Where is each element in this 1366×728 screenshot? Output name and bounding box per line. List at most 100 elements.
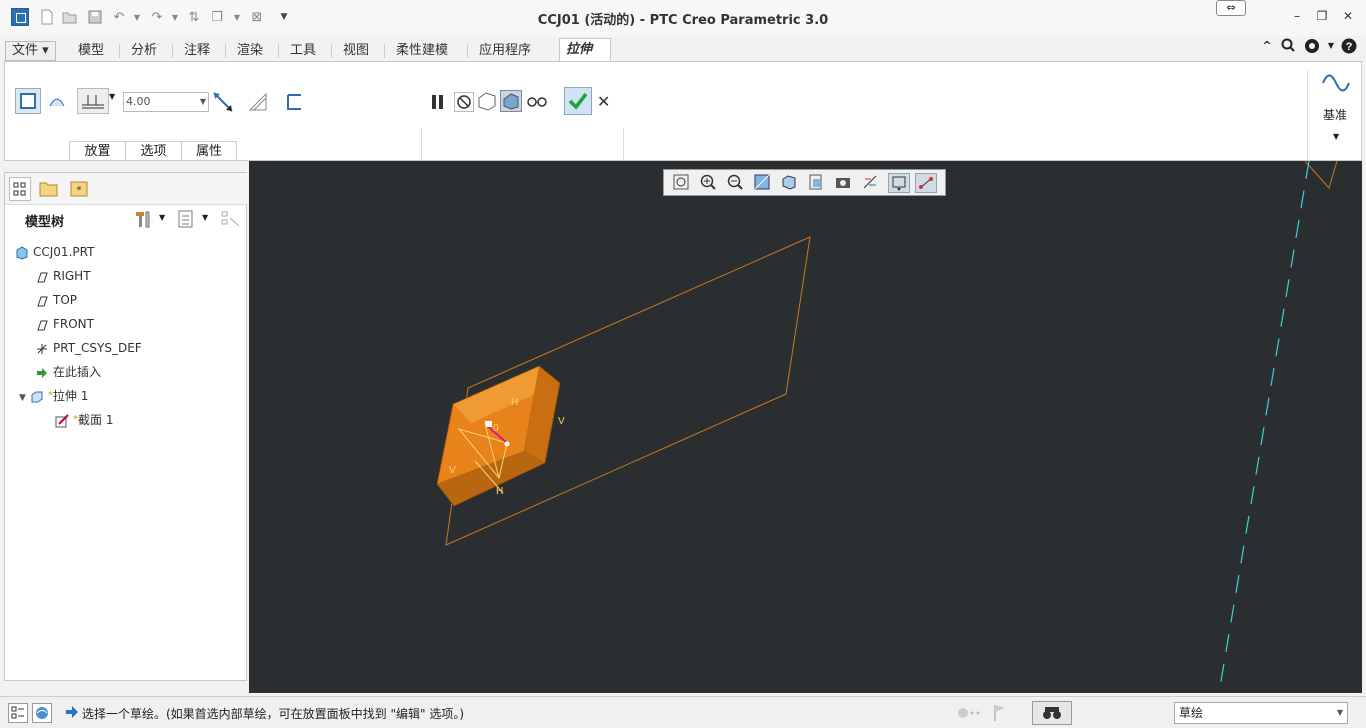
verify-mode-glasses-icon[interactable]	[525, 90, 549, 112]
svg-text:?: ?	[1346, 41, 1353, 53]
subtab-options[interactable]: 选项	[125, 141, 181, 161]
filter-dropdown-icon[interactable]: ▼	[1337, 703, 1343, 723]
tab-extrude[interactable]: 拉伸	[559, 38, 611, 62]
graphics-viewport[interactable]: H V V H 0	[249, 161, 1362, 693]
tree-settings-dropdown-icon[interactable]: ▼	[159, 213, 165, 222]
search-icon[interactable]	[1280, 38, 1296, 54]
dim-label-num: 0	[493, 423, 499, 434]
tab-render[interactable]: 渲染	[231, 40, 269, 62]
tree-item-insert-here[interactable]: 在此插入	[35, 362, 101, 382]
tree-item-right[interactable]: RIGHT	[35, 266, 91, 286]
minimize-button[interactable]: –	[1290, 9, 1304, 23]
pause-icon[interactable]	[429, 92, 447, 112]
extrude-surface-button[interactable]	[45, 88, 71, 114]
status-message: 选择一个草绘。(如果首选内部草绘，可在放置面板中找到 "编辑" 选项。)	[82, 707, 465, 721]
tree-item-label: FRONT	[53, 317, 94, 331]
datum-plane-icon	[35, 294, 49, 308]
flip-direction-icon[interactable]	[211, 90, 235, 114]
favorites-tab-icon[interactable]: *	[68, 177, 90, 201]
datum-axis	[1218, 161, 1310, 693]
dim-label-h-bottom: H	[496, 486, 503, 497]
tree-item-label: 在此插入	[53, 365, 102, 379]
extrude-solid-button[interactable]	[15, 88, 41, 114]
selection-filter-select[interactable]: 草绘 ▼	[1174, 702, 1348, 724]
model-tree-tab-icon[interactable]	[9, 177, 31, 201]
tree-item-label: 截面 1	[78, 413, 114, 427]
extrude-icon	[30, 390, 44, 404]
tab-flexible-modeling[interactable]: 柔性建模	[390, 40, 454, 62]
tree-item-top[interactable]: TOP	[35, 290, 77, 310]
datum-label[interactable]: 基准	[1323, 106, 1347, 123]
extrude-dashboard: ▼ 4.00 ▼ ✕ 基准 ▼ 放置 选项 属性	[4, 61, 1362, 161]
thicken-sketch-icon[interactable]	[283, 90, 307, 114]
model-tree-title: 模型树	[25, 215, 65, 230]
depth-option-dropdown-icon[interactable]: ▼	[109, 92, 115, 101]
tree-item-extrude[interactable]: ▼ *拉伸 1	[19, 386, 88, 406]
tree-item-part[interactable]: CCJ01.PRT	[15, 242, 94, 262]
tree-item-front[interactable]: FRONT	[35, 314, 94, 334]
dim-label-v-left: V	[449, 465, 456, 476]
status-bar: 选择一个草绘。(如果首选内部草绘，可在放置面板中找到 "编辑" 选项。) 草绘 …	[0, 696, 1366, 728]
no-preview-icon[interactable]	[454, 92, 474, 112]
tab-file-label: 文件	[12, 43, 39, 58]
tab-annotate[interactable]: 注释	[178, 40, 216, 62]
restore-handle-icon[interactable]: ⇔	[1216, 0, 1246, 16]
tab-applications[interactable]: 应用程序	[473, 40, 537, 62]
attachment-preview-icon[interactable]	[476, 90, 498, 112]
show-options-dropdown-icon[interactable]: ▼	[202, 213, 208, 222]
insert-arrow-icon	[35, 366, 49, 380]
folder-browser-tab-icon[interactable]	[38, 177, 60, 201]
depth-value-dropdown-icon[interactable]: ▼	[200, 93, 206, 111]
find-binoculars-icon[interactable]	[1032, 701, 1072, 725]
show-navigator-icon[interactable]	[8, 703, 28, 723]
collapse-ribbon-icon[interactable]: ^	[1259, 38, 1275, 54]
maximize-button[interactable]: ❐	[1315, 9, 1329, 23]
show-options-icon[interactable]	[177, 209, 195, 229]
tab-file[interactable]: 文件 ▾	[5, 41, 56, 61]
datum-sine-icon[interactable]	[1321, 68, 1351, 98]
title-bar: ↶ ▼ ↷ ▼ ⇅ ❐ ▼ ⊠ ▼ CCJ01 (活动的) - PTC Creo…	[0, 0, 1366, 36]
tree-filter-icon[interactable]	[220, 209, 242, 229]
navigator-panel: * 模型树 ▼ ▼ CCJ01.PRT RIGHT TOP FRONT PRT_…	[4, 172, 248, 681]
regen-status-icon[interactable]	[956, 705, 984, 721]
ribbon-tabs: 文件 ▾ 模型 分析 注释 渲染 工具 视图 柔性建模 应用程序 拉伸	[0, 38, 1366, 62]
part-icon	[15, 245, 29, 260]
tree-settings-hammer-icon[interactable]	[133, 209, 153, 229]
community-dropdown-icon[interactable]: ▼	[1323, 38, 1339, 54]
model-graphics: H V V H 0	[436, 161, 1338, 693]
datum-plane-fragment	[1304, 161, 1338, 190]
sketch-icon	[55, 413, 69, 428]
dim-label-v-right: V	[558, 416, 565, 427]
svg-text:*: *	[77, 185, 82, 196]
community-icon[interactable]	[1304, 38, 1320, 54]
geometry-preview-icon[interactable]	[500, 90, 522, 112]
remove-material-icon[interactable]	[246, 90, 270, 114]
datum-dropdown-icon[interactable]: ▼	[1333, 132, 1339, 141]
cancel-x-button[interactable]: ✕	[597, 92, 613, 111]
datum-plane-icon	[35, 270, 49, 284]
depth-value-input[interactable]: 4.00 ▼	[123, 92, 209, 112]
help-icon[interactable]: ?	[1341, 38, 1357, 54]
tab-view[interactable]: 视图	[337, 40, 375, 62]
tree-item-csys[interactable]: PRT_CSYS_DEF	[35, 338, 142, 358]
tree-item-label: 拉伸 1	[52, 389, 89, 403]
window-title: CCJ01 (活动的) - PTC Creo Parametric 3.0	[537, 13, 829, 28]
message-arrow-icon	[64, 704, 80, 720]
flag-icon[interactable]	[992, 703, 1008, 723]
tab-tools[interactable]: 工具	[284, 40, 322, 62]
tree-item-label: CCJ01.PRT	[33, 245, 95, 259]
close-button[interactable]: ✕	[1341, 9, 1355, 23]
datum-plane-icon	[35, 318, 49, 332]
subtab-placement[interactable]: 放置	[69, 141, 125, 161]
tree-item-section[interactable]: *截面 1	[55, 410, 113, 430]
tab-analysis[interactable]: 分析	[125, 40, 163, 62]
expand-arrow-icon[interactable]: ▼	[19, 393, 26, 403]
tree-item-label: TOP	[53, 293, 78, 307]
depth-option-button[interactable]	[77, 88, 109, 114]
dim-label-h-top: H	[511, 397, 518, 408]
subtab-properties[interactable]: 属性	[181, 141, 237, 161]
apply-ok-button[interactable]	[564, 87, 592, 115]
tab-model[interactable]: 模型	[72, 40, 110, 62]
tree-item-label: PRT_CSYS_DEF	[53, 341, 142, 355]
show-browser-icon[interactable]	[32, 703, 52, 723]
